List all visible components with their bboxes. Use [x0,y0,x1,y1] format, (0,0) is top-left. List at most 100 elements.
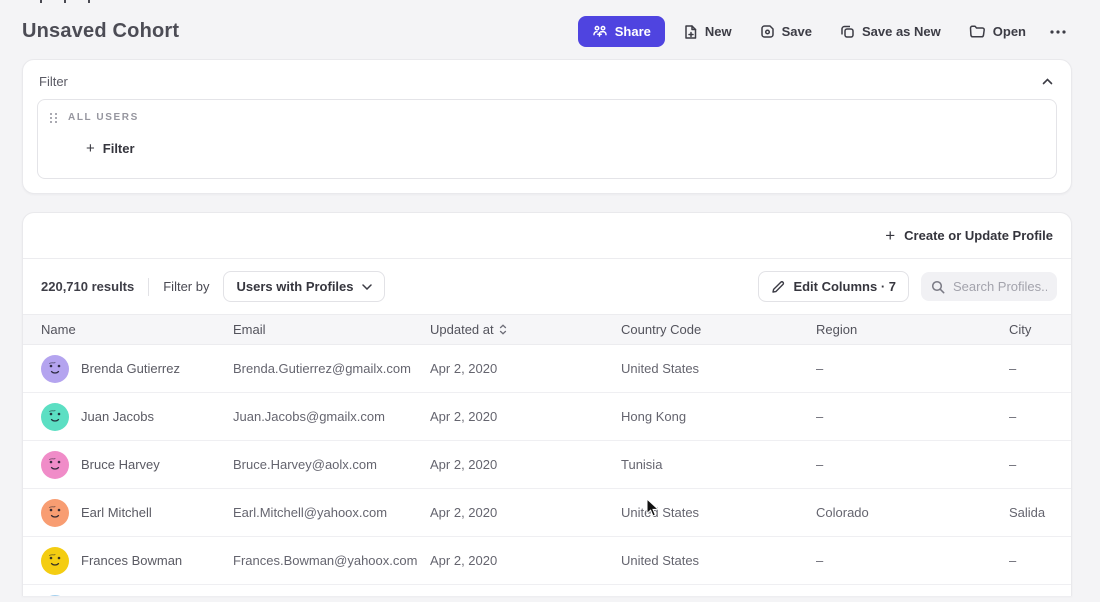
share-button[interactable]: Share [578,16,665,47]
profiles-panel: + Create or Update Profile 220,710 resul… [22,212,1072,596]
share-users-icon [592,25,608,39]
column-header-email[interactable]: Email [233,322,430,337]
profile-city: – [1009,553,1053,568]
edit-columns-label: Edit Columns · 7 [793,279,896,294]
profile-name: Earl Mitchell [81,505,152,520]
chevron-up-icon [1042,78,1053,85]
profile-name: Frances Bowman [81,553,182,568]
profiles-filter-value: Users with Profiles [236,279,353,294]
edit-columns-button[interactable]: Edit Columns · 7 [758,271,909,302]
filter-panel: Filter ALL USERS + Filter [22,59,1072,194]
profile-country-code: United States [621,361,816,376]
plus-icon: + [885,227,895,244]
filter-group-label: ALL USERS [68,112,139,123]
profile-email: Frances.Bowman@yahoox.com [233,553,430,568]
profile-country-code: United States [621,553,816,568]
column-header-region[interactable]: Region [816,322,1009,337]
clipped-breadcrumb [40,0,90,3]
create-or-update-profile-label: Create or Update Profile [904,228,1053,243]
profile-avatar [41,499,69,527]
profile-email: Bruce.Harvey@aolx.com [233,457,430,472]
profile-email: Juan.Jacobs@gmailx.com [233,409,430,424]
profile-avatar [41,595,69,597]
results-count: 220,710 results [37,279,134,294]
profile-updated-at: Apr 2, 2020 [430,409,621,424]
chevron-down-icon [362,284,372,290]
profile-updated-at: Apr 2, 2020 [430,361,621,376]
profile-city: – [1009,409,1053,424]
profile-name: Juan Jacobs [81,409,154,424]
folder-icon [969,24,986,39]
profile-avatar [41,547,69,575]
column-header-country-code[interactable]: Country Code [621,322,816,337]
save-as-new-button[interactable]: Save as New [830,17,951,46]
open-button-label: Open [993,24,1026,39]
search-profiles-input[interactable] [953,279,1047,294]
add-filter-label: Filter [103,141,135,156]
results-toolbar: 220,710 results Filter by Users with Pro… [23,259,1071,314]
profile-city: – [1009,457,1053,472]
divider [148,278,149,296]
profile-updated-at: Apr 2, 2020 [430,553,621,568]
filter-panel-label: Filter [39,74,68,89]
add-filter-button[interactable]: + Filter [86,141,135,156]
profiles-filter-dropdown[interactable]: Users with Profiles [223,271,384,302]
share-button-label: Share [615,24,651,39]
save-button-label: Save [782,24,812,39]
pencil-icon [771,280,785,294]
table-row[interactable]: Juan Jacobs Juan.Jacobs@gmailx.com Apr 2… [23,393,1071,441]
plus-icon: + [86,141,95,156]
profile-avatar [41,451,69,479]
filter-group: ALL USERS + Filter [37,99,1057,179]
table-row[interactable]: Frances Bowman Frances.Bowman@yahoox.com… [23,537,1071,585]
search-profiles-box [921,272,1057,301]
profile-email: Brenda.Gutierrez@gmailx.com [233,361,430,376]
sort-icon[interactable] [499,324,507,335]
table-row[interactable]: Bruce Harvey Bruce.Harvey@aolx.com Apr 2… [23,441,1071,489]
profile-region: Colorado [816,505,1009,520]
profile-city: Salida [1009,505,1053,520]
save-icon [760,24,775,39]
filter-by-label: Filter by [163,279,209,294]
column-header-updated-at-label: Updated at [430,322,494,337]
profile-country-code: Tunisia [621,457,816,472]
drag-handle-icon[interactable] [50,113,58,123]
profile-avatar [41,355,69,383]
profile-avatar [41,403,69,431]
search-icon [931,280,945,294]
save-button[interactable]: Save [750,17,822,46]
profile-city: – [1009,361,1053,376]
collapse-filter-button[interactable] [1040,76,1055,87]
new-button-label: New [705,24,732,39]
column-header-updated-at[interactable]: Updated at [430,322,621,337]
profile-region: – [816,457,1009,472]
table-header: Name Email Updated at Country Code Regio… [23,314,1071,345]
column-header-name[interactable]: Name [41,322,233,337]
profile-region: – [816,553,1009,568]
open-button[interactable]: Open [959,17,1036,46]
profile-email: Earl.Mitchell@yahoox.com [233,505,430,520]
save-as-new-button-label: Save as New [862,24,941,39]
more-options-button[interactable] [1044,23,1072,41]
profile-region: – [816,409,1009,424]
new-file-icon [683,24,698,40]
table-row[interactable]: Earl Mitchell Earl.Mitchell@yahoox.com A… [23,489,1071,537]
new-button[interactable]: New [673,17,742,47]
profile-updated-at: Apr 2, 2020 [430,505,621,520]
profile-country-code: United States [621,505,816,520]
profile-country-code: Hong Kong [621,409,816,424]
column-header-city[interactable]: City [1009,322,1053,337]
profile-region: – [816,361,1009,376]
table-body: Brenda Gutierrez Brenda.Gutierrez@gmailx… [23,345,1071,596]
page-title: Unsaved Cohort [22,20,179,43]
table-row[interactable]: Brenda Gutierrez Brenda.Gutierrez@gmailx… [23,345,1071,393]
create-or-update-profile-button[interactable]: + Create or Update Profile [885,227,1053,244]
ellipsis-icon [1050,30,1066,34]
toolbar-actions: Share New Save [578,16,1072,47]
top-bar: Unsaved Cohort Share New [0,0,1100,59]
copy-icon [840,24,855,39]
profile-updated-at: Apr 2, 2020 [430,457,621,472]
table-row[interactable] [23,585,1071,596]
profile-name: Brenda Gutierrez [81,361,180,376]
profile-name: Bruce Harvey [81,457,160,472]
